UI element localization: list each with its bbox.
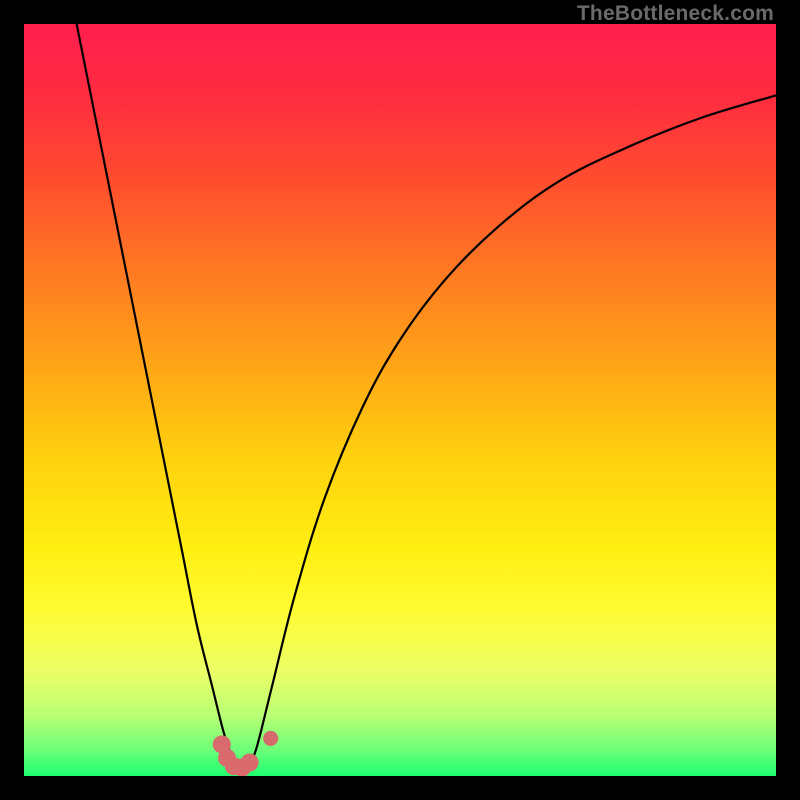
watermark-text: TheBottleneck.com: [577, 2, 774, 26]
marker-left-5: [241, 753, 259, 771]
chart-svg: [24, 24, 776, 776]
chart-plot-area: [24, 24, 776, 776]
chart-background-gradient: [24, 24, 776, 776]
marker-right-1: [263, 731, 278, 746]
chart-frame: TheBottleneck.com: [0, 0, 800, 800]
